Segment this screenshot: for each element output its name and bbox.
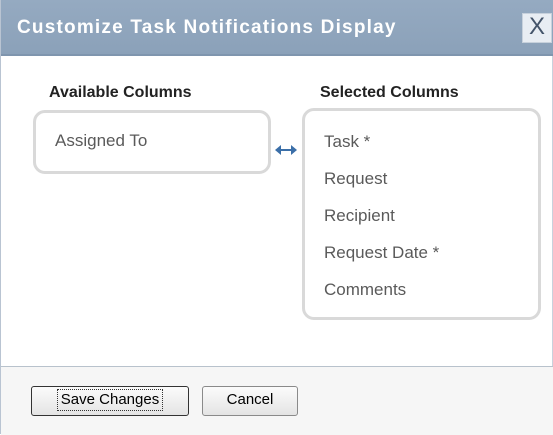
list-item-assigned-to[interactable]: Assigned To <box>36 122 268 159</box>
list-item-comments[interactable]: Comments <box>305 271 538 308</box>
save-changes-button[interactable]: Save Changes <box>31 386 189 416</box>
selected-columns-list[interactable]: Task * Request Recipient Request Date * … <box>302 108 541 320</box>
customize-dialog: Customize Task Notifications Display X A… <box>0 0 553 435</box>
available-columns-list[interactable]: Assigned To <box>33 110 271 174</box>
cancel-label: Cancel <box>226 391 274 408</box>
list-item-recipient[interactable]: Recipient <box>305 197 538 234</box>
list-item-task[interactable]: Task * <box>305 123 538 160</box>
close-button[interactable]: X <box>522 13 552 43</box>
dialog-title: Customize Task Notifications Display <box>17 17 397 38</box>
close-icon: X <box>528 13 545 40</box>
cancel-button[interactable]: Cancel <box>202 386 298 416</box>
save-changes-label: Save Changes <box>56 389 164 411</box>
list-item-request[interactable]: Request <box>305 160 538 197</box>
available-columns-heading: Available Columns <box>49 84 192 101</box>
double-arrow-icon[interactable] <box>275 144 297 156</box>
dialog-titlebar: Customize Task Notifications Display <box>1 0 553 56</box>
selected-columns-heading: Selected Columns <box>320 84 459 101</box>
list-item-request-date[interactable]: Request Date * <box>305 234 538 271</box>
